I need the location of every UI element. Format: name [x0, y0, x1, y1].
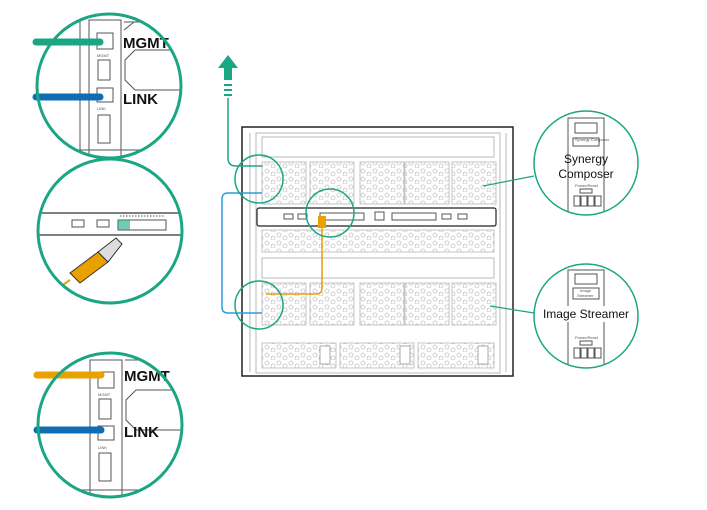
lower-fan-row	[261, 282, 497, 326]
svg-text:Power/Reset: Power/Reset	[575, 335, 599, 340]
svg-text:LINK: LINK	[98, 445, 107, 450]
svg-text:MGMT: MGMT	[97, 53, 110, 58]
power-supply-row	[261, 342, 495, 369]
frame-link-module	[256, 207, 497, 227]
synergy-composer-label-line1: Synergy	[564, 152, 608, 166]
image-streamer-callout: Image Streamer Power/Reset Image Streame…	[533, 263, 639, 369]
svg-text:Synergy Composer: Synergy Composer	[575, 137, 610, 142]
frame-chassis	[241, 126, 514, 377]
svg-text:Power/Reset: Power/Reset	[575, 183, 599, 188]
synergy-composer-label-line2: Composer	[558, 167, 613, 181]
image-streamer-label: Image Streamer	[543, 307, 629, 321]
transceiver-plug	[318, 216, 326, 228]
link-label: LINK	[123, 91, 158, 108]
svg-text:LINK: LINK	[97, 106, 106, 111]
upper-fan-row	[261, 161, 497, 205]
link-label: LINK	[124, 424, 159, 441]
connection-diagram: MGMT LINK MGMT LINK MGMT LINK MGMT LINK …	[32, 12, 639, 499]
diagram: MGMT LINK MGMT LINK MGMT LINK MGMT LINK …	[0, 0, 707, 510]
middle-bay	[261, 229, 495, 253]
detail-transceiver	[36, 157, 184, 305]
svg-text:MGMT: MGMT	[98, 392, 111, 397]
detail-top-ports: MGMT LINK MGMT LINK	[32, 12, 183, 160]
synergy-composer-callout: Synergy Composer Power/Reset Synergy Com…	[533, 110, 639, 216]
detail-bottom-ports: MGMT LINK MGMT LINK	[33, 351, 184, 499]
svg-text:Streamer: Streamer	[577, 293, 594, 298]
uplink-arrow-icon	[218, 55, 238, 96]
